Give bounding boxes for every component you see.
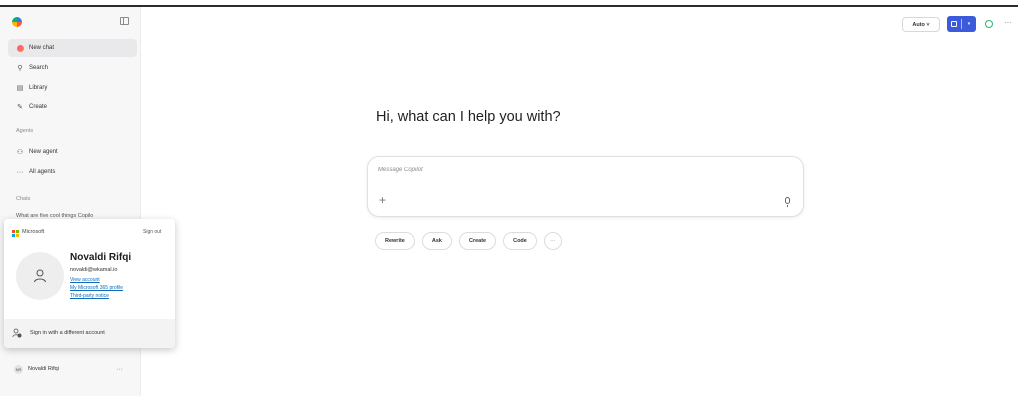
more-icon: ··· [16, 168, 24, 176]
create-icon: ✎ [17, 104, 23, 111]
agent-icon: ⚇ [16, 149, 24, 156]
chip-rewrite[interactable]: Rewrite [375, 232, 415, 250]
nav-new-chat-label: New chat [29, 45, 55, 51]
account-email: novaldi@wkamal.io [70, 267, 118, 273]
chip-ask[interactable]: Ask [421, 232, 452, 250]
more-menu-icon[interactable]: ··· [1004, 18, 1012, 27]
microphone-icon[interactable] [785, 197, 790, 207]
message-input[interactable] [378, 167, 678, 173]
status-circle-icon[interactable] [985, 20, 993, 28]
add-person-icon [12, 328, 22, 338]
nav-new-chat[interactable]: New chat [8, 39, 137, 57]
sign-out-link[interactable]: Sign out [143, 229, 161, 235]
sign-in-different-account-label: Sign in with a different account [30, 330, 105, 336]
account-name: Novaldi Rifqi [70, 252, 132, 263]
user-avatar: NR [14, 364, 23, 374]
nav-create[interactable]: ✎ Create [8, 98, 137, 116]
sign-in-different-account-button[interactable]: Sign in with a different account [12, 328, 105, 338]
chip-create[interactable]: Create [458, 232, 497, 250]
m365-profile-link[interactable]: My Microsoft 365 profile [70, 285, 123, 291]
message-composer[interactable]: + [367, 156, 804, 217]
add-attachment-icon[interactable]: + [379, 194, 386, 206]
copilot-logo-icon[interactable] [12, 17, 22, 27]
more-options-icon[interactable]: ··· [116, 366, 123, 373]
nav-new-agent[interactable]: ⚇ New agent [8, 143, 137, 161]
share-split-button[interactable]: ▾ [947, 16, 976, 32]
nav-all-agents[interactable]: ··· All agents [8, 163, 137, 181]
third-party-notice-link[interactable]: Third-party notice [70, 293, 109, 299]
window-top-border [0, 5, 1018, 7]
more-chips-button[interactable]: ··· [543, 232, 562, 250]
nav-search-label: Search [29, 65, 49, 71]
agents-section-label: Agents [16, 128, 34, 134]
nav-search[interactable]: ⚲ Search [8, 59, 137, 77]
user-profile-button[interactable]: NR Novaldi Rifqi ··· [8, 360, 137, 378]
nav-all-agents-label: All agents [29, 169, 56, 175]
share-dropdown-chevron-icon[interactable]: ▾ [962, 21, 976, 27]
nav-library[interactable]: ▤ Library [8, 79, 137, 97]
account-avatar [16, 252, 64, 300]
microsoft-brand-label: Microsoft [22, 229, 45, 235]
collapse-sidebar-icon[interactable] [120, 17, 129, 25]
page-title: Hi, what can I help you with? [376, 109, 561, 125]
share-icon[interactable] [947, 16, 961, 32]
nav-new-agent-label: New agent [29, 149, 58, 155]
user-name: Novaldi Rifqi [28, 366, 59, 372]
mode-selector[interactable]: Auto ˅ [902, 17, 940, 32]
search-icon: ⚲ [17, 65, 23, 72]
microsoft-logo-icon [12, 230, 19, 237]
chip-code[interactable]: Code [503, 232, 537, 250]
library-icon: ▤ [16, 85, 24, 92]
nav-create-label: Create [29, 104, 48, 110]
suggestion-chips: Rewrite Ask Create Code ··· [375, 232, 562, 250]
chats-section-label: Chats [16, 196, 31, 202]
new-chat-icon [16, 44, 24, 52]
person-icon [34, 269, 46, 283]
account-popup: Microsoft Sign out Novaldi Rifqi novaldi… [4, 219, 175, 348]
nav-library-label: Library [29, 85, 48, 91]
view-account-link[interactable]: View account [70, 277, 100, 283]
